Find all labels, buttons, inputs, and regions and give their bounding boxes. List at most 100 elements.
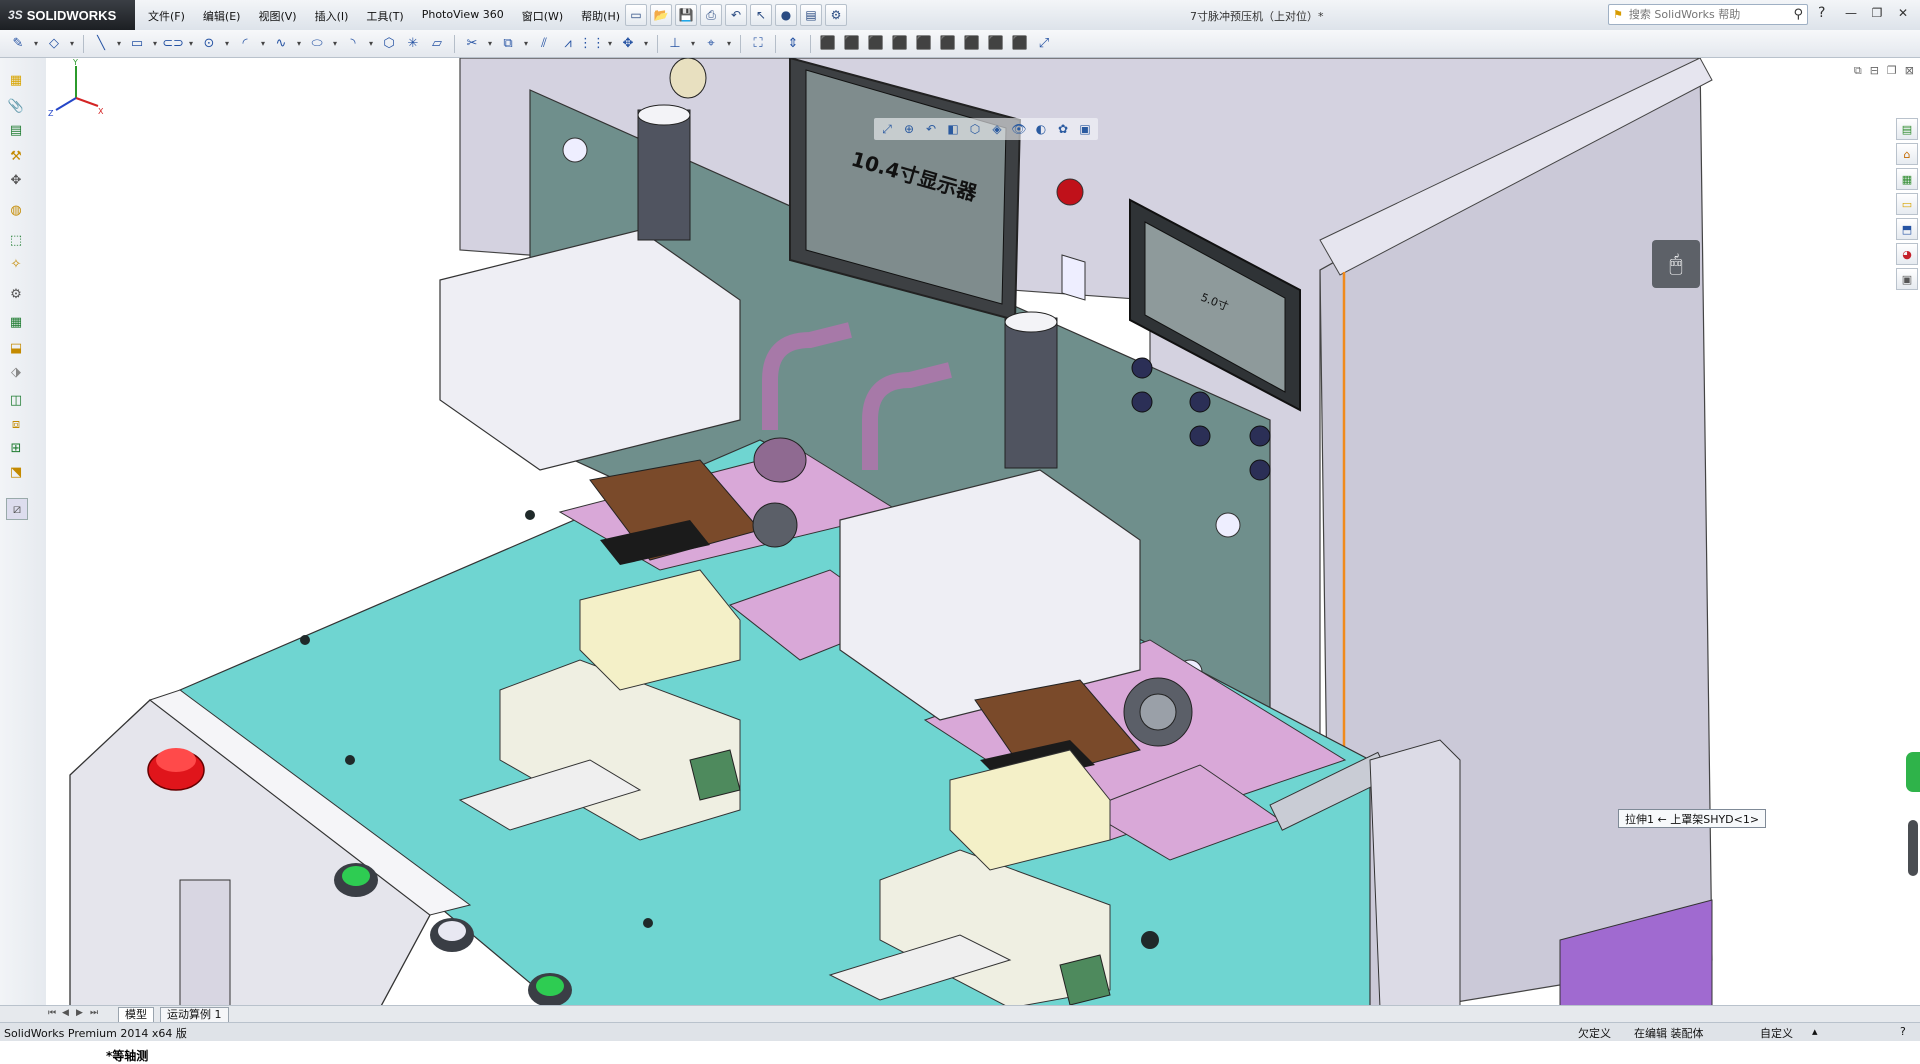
menu-file[interactable]: 文件(F) [140, 6, 193, 26]
design-library-icon[interactable]: ⌂ [1896, 143, 1918, 165]
undo-icon[interactable]: ↶ [725, 4, 747, 26]
dropdown-arrow-icon[interactable]: ▾ [295, 34, 303, 54]
circle-icon[interactable]: ⊙ [199, 34, 219, 54]
view-left-icon[interactable]: ⬛ [866, 34, 886, 54]
interference-detection-icon[interactable]: ◫ [6, 390, 26, 410]
last-tab-icon[interactable]: ⏭ [90, 1008, 98, 1018]
scroll-expand-handle[interactable] [1906, 752, 1920, 792]
show-hidden-components-icon[interactable]: ◍ [6, 200, 26, 220]
dropdown-arrow-icon[interactable]: ▾ [725, 34, 733, 54]
view-isometric-icon[interactable]: ⬛ [962, 34, 982, 54]
mouse-icon[interactable]: 🖱 [1652, 240, 1700, 288]
options-gear-icon[interactable]: ⚙ [825, 4, 847, 26]
dropdown-arrow-icon[interactable]: ▾ [689, 34, 697, 54]
exploded-view-icon[interactable]: ⬓ [6, 338, 26, 358]
plane-icon[interactable]: ▱ [427, 34, 447, 54]
explode-line-sketch-icon[interactable]: ⬗ [6, 362, 26, 382]
ellipse-icon[interactable]: ⬭ [307, 34, 327, 54]
dropdown-arrow-icon[interactable]: ▾ [331, 34, 339, 54]
display-style-icon[interactable]: ◈ [988, 120, 1006, 138]
prev-tab-icon[interactable]: ◀ [62, 1008, 69, 1018]
line-icon[interactable]: ╲ [91, 34, 111, 54]
menu-photoview[interactable]: PhotoView 360 [414, 6, 512, 26]
menu-window[interactable]: 窗口(W) [514, 6, 571, 26]
tab-model[interactable]: 模型 [118, 1007, 154, 1022]
view-orientation-icon[interactable]: ⬡ [966, 120, 984, 138]
hole-alignment-icon[interactable]: ⊞ [6, 438, 26, 458]
menu-view[interactable]: 视图(V) [250, 6, 304, 26]
instant3d-icon[interactable]: ⬔ [6, 462, 26, 482]
sketch-icon[interactable]: ✎ [8, 34, 28, 54]
menu-help[interactable]: 帮助(H) [573, 6, 628, 26]
bill-of-materials-icon[interactable]: ▦ [6, 312, 26, 332]
fillet-icon[interactable]: ◝ [343, 34, 363, 54]
polygon-icon[interactable]: ⬡ [379, 34, 399, 54]
large-assembly-mode-icon[interactable]: ⧄ [6, 498, 28, 520]
open-folder-icon[interactable]: 📂 [650, 4, 672, 26]
restore-icon[interactable]: ❐ [1866, 3, 1888, 23]
dropdown-arrow-icon[interactable]: ▾ [68, 34, 76, 54]
view-palette-icon[interactable]: ▭ [1896, 193, 1918, 215]
convert-entities-icon[interactable]: ⧉ [498, 34, 518, 54]
mate-icon[interactable]: 📎 [6, 96, 26, 116]
help-search-input[interactable] [1626, 7, 1771, 22]
tile-icon[interactable]: ⧉ [1854, 64, 1862, 78]
close-viewport-icon[interactable]: ⊠ [1905, 64, 1914, 78]
linear-pattern-icon[interactable]: ⋮⋮ [579, 34, 605, 54]
dropdown-arrow-icon[interactable]: ▾ [32, 34, 40, 54]
section-view-icon[interactable]: ◧ [944, 120, 962, 138]
dropdown-arrow-icon[interactable]: ▾ [151, 34, 159, 54]
dropdown-arrow-icon[interactable]: ▾ [642, 34, 650, 54]
save-icon[interactable]: 💾 [675, 4, 697, 26]
dropdown-arrow-icon[interactable]: ▾ [187, 34, 195, 54]
first-tab-icon[interactable]: ⏮ [48, 1008, 56, 1018]
units-dropdown-icon[interactable]: ▴ [1812, 1025, 1818, 1038]
close-icon[interactable]: ✕ [1892, 3, 1914, 23]
appearances-icon[interactable]: ⬒ [1896, 218, 1918, 240]
previous-view-icon[interactable]: ↶ [922, 120, 940, 138]
quick-snaps-icon[interactable]: ⛶ [748, 34, 768, 54]
minimize-icon[interactable]: — [1840, 3, 1862, 23]
clearance-verification-icon[interactable]: ⧈ [6, 414, 26, 434]
solidworks-logo[interactable]: 3S SOLIDWORKS [0, 0, 135, 30]
slot-icon[interactable]: ⊂⊃ [162, 34, 184, 54]
apply-scene-icon[interactable]: ✿ [1054, 120, 1072, 138]
insert-component-icon[interactable]: ▦ [6, 70, 26, 90]
zoom-to-fit-icon[interactable]: ⤢ [878, 120, 896, 138]
help-question-icon[interactable]: ? [1818, 5, 1825, 21]
graphics-area[interactable]: 10.4寸显示器 5.0寸 ⤢ ⊕ ↶ ◧ ⬡ ◈ 👁 ◐ ✿ ▣ 拉伸1 ← … [46, 58, 1920, 1063]
offset-entities-icon[interactable]: ⫽ [534, 34, 554, 54]
new-motion-study-icon[interactable]: ⚙ [6, 284, 26, 304]
restore-viewport-icon[interactable]: ❐ [1887, 64, 1897, 78]
reference-geometry-icon[interactable]: ✧ [6, 254, 26, 274]
select-pointer-icon[interactable]: ↖ [750, 4, 772, 26]
view-top-icon[interactable]: ⬛ [914, 34, 934, 54]
magnifier-icon[interactable]: ⚲ [1793, 7, 1803, 22]
dropdown-arrow-icon[interactable]: ▾ [522, 34, 530, 54]
view-bottom-icon[interactable]: ⬛ [938, 34, 958, 54]
view-dimetric-icon[interactable]: ⬛ [1010, 34, 1030, 54]
repair-sketch-icon[interactable]: ⌖ [701, 34, 721, 54]
file-explorer-icon[interactable]: ▦ [1896, 168, 1918, 190]
help-search-box[interactable]: ⚑ ⚲ [1608, 4, 1808, 25]
dropdown-arrow-icon[interactable]: ▾ [115, 34, 123, 54]
dropdown-arrow-icon[interactable]: ▾ [223, 34, 231, 54]
minimize-viewport-icon[interactable]: ⊟ [1870, 64, 1879, 78]
edit-appearance-icon[interactable]: ◐ [1032, 120, 1050, 138]
smart-fasteners-icon[interactable]: ⚒ [6, 146, 26, 166]
move-entities-icon[interactable]: ✥ [618, 34, 638, 54]
view-back-icon[interactable]: ⬛ [842, 34, 862, 54]
spline-icon[interactable]: ∿ [271, 34, 291, 54]
solidworks-resources-icon[interactable]: ▤ [1896, 118, 1918, 140]
view-settings-icon[interactable]: ▣ [1076, 120, 1094, 138]
print-icon[interactable]: ⎙ [700, 4, 722, 26]
smart-dimension-icon[interactable]: ◇ [44, 34, 64, 54]
dropdown-arrow-icon[interactable]: ▾ [259, 34, 267, 54]
view-right-icon[interactable]: ⬛ [890, 34, 910, 54]
assembly-features-icon[interactable]: ⬚ [6, 230, 26, 250]
trim-entities-icon[interactable]: ✂ [462, 34, 482, 54]
view-trimetric-icon[interactable]: ⬛ [986, 34, 1006, 54]
help-status-icon[interactable]: ? [1900, 1025, 1906, 1038]
linear-component-pattern-icon[interactable]: ▤ [6, 120, 26, 140]
scenes-icon[interactable]: ◕ [1896, 243, 1918, 265]
